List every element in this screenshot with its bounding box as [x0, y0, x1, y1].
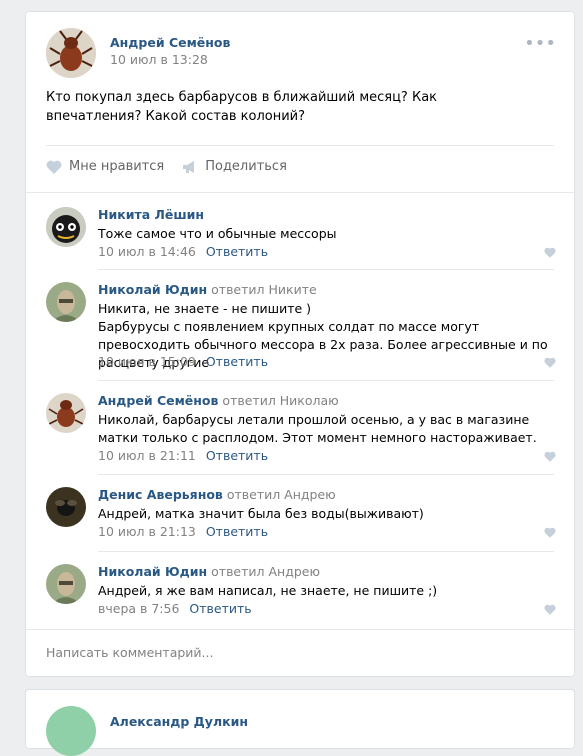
comment-header: Никита Лёшин: [98, 207, 204, 222]
divider: [26, 192, 574, 193]
megaphone-icon: [183, 160, 195, 173]
comment-avatar[interactable]: [46, 207, 86, 247]
comment-text: Андрей, я же вам написал, не знаете, не …: [98, 583, 438, 598]
comment-item: Никита Лёшин Тоже самое что и обычные ме…: [46, 207, 556, 267]
share-button[interactable]: Поделиться: [182, 159, 287, 174]
comment-date[interactable]: 10 июл в 21:13: [98, 524, 196, 539]
heart-icon: [46, 160, 62, 174]
post-author-avatar[interactable]: [46, 28, 96, 78]
comment-date[interactable]: 10 июл в 14:46: [98, 244, 196, 259]
write-comment-input[interactable]: Написать комментарий...: [46, 645, 213, 660]
comment-replied-to: ответил Андрею: [226, 487, 336, 502]
comment-author[interactable]: Никита Лёшин: [98, 207, 204, 222]
reply-link[interactable]: Ответить: [206, 524, 268, 539]
comment-item: Денис Аверьянов ответил Андрею Андрей, м…: [46, 487, 556, 547]
comment-date[interactable]: 10 июл в 21:11: [98, 448, 196, 463]
reply-link[interactable]: Ответить: [206, 354, 268, 369]
comment-text: Андрей, матка значит была без воды(выжив…: [98, 506, 424, 521]
post-card: Андрей Семёнов 10 июл в 13:28 ••• Кто по…: [25, 11, 575, 677]
divider: [46, 145, 554, 146]
comment-footer: 10 июл в 15:09 Ответить: [98, 354, 268, 369]
comment-author[interactable]: Николай Юдин: [98, 564, 207, 579]
comment-author[interactable]: Денис Аверьянов: [98, 487, 223, 502]
comment-replied-to: ответил Николаю: [222, 393, 339, 408]
avatar-image: [46, 207, 86, 247]
divider: [98, 380, 554, 381]
comment-avatar[interactable]: [46, 393, 86, 433]
comment-item: Андрей Семёнов ответил Николаю Николай, …: [46, 393, 556, 473]
next-post-author[interactable]: Александр Дулкин: [110, 714, 248, 729]
comment-heart-icon[interactable]: [544, 604, 556, 615]
next-post-avatar[interactable]: [46, 706, 96, 756]
comment-text: Николай, барбарусы летали прошлой осенью…: [98, 412, 537, 445]
comment-replied-to: ответил Андрею: [211, 564, 321, 579]
like-label: Мне нравится: [69, 159, 165, 174]
reply-link[interactable]: Ответить: [189, 601, 251, 616]
share-label: Поделиться: [205, 159, 287, 174]
comment-date[interactable]: 10 июл в 15:09: [98, 354, 196, 369]
comment-item: Николай Юдин ответил Андрею Андрей, я же…: [46, 564, 556, 624]
comment-avatar[interactable]: [46, 282, 86, 322]
post-actions: Мне нравится Поделиться: [46, 159, 287, 174]
comment-header: Денис Аверьянов ответил Андрею: [98, 487, 336, 502]
comment-heart-icon[interactable]: [544, 451, 556, 462]
comment-header: Николай Юдин ответил Никите: [98, 282, 317, 297]
ant-avatar-image: [46, 28, 96, 78]
divider: [98, 269, 554, 270]
comment-footer: 10 июл в 21:13 Ответить: [98, 524, 268, 539]
avatar-image: [46, 282, 86, 322]
comment-date[interactable]: вчера в 7:56: [98, 601, 179, 616]
like-button[interactable]: Мне нравится: [46, 159, 164, 174]
comment-header: Николай Юдин ответил Андрею: [98, 564, 320, 579]
comment-replied-to: ответил Никите: [211, 282, 317, 297]
comment-footer: 10 июл в 14:46 Ответить: [98, 244, 268, 259]
divider: [98, 474, 554, 475]
comment-heart-icon[interactable]: [544, 247, 556, 258]
post-author-name[interactable]: Андрей Семёнов: [110, 35, 230, 50]
comment-footer: вчера в 7:56 Ответить: [98, 601, 252, 616]
comment-text: Тоже самое что и обычные мессоры: [98, 226, 337, 241]
comment-heart-icon[interactable]: [544, 527, 556, 538]
avatar-image: [46, 487, 86, 527]
more-dots-icon[interactable]: •••: [524, 35, 556, 53]
ant-avatar-image: [46, 393, 86, 433]
reply-link[interactable]: Ответить: [206, 448, 268, 463]
next-post-card: Александр Дулкин: [25, 689, 575, 756]
reply-link[interactable]: Ответить: [206, 244, 268, 259]
divider: [98, 551, 554, 552]
avatar-image: [46, 564, 86, 604]
comment-author[interactable]: Николай Юдин: [98, 282, 207, 297]
comment-author[interactable]: Андрей Семёнов: [98, 393, 218, 408]
comment-footer: 10 июл в 21:11 Ответить: [98, 448, 268, 463]
divider: [26, 629, 574, 630]
comment-heart-icon[interactable]: [544, 357, 556, 368]
comment-item: Николай Юдин ответил Никите Никита, не з…: [46, 282, 556, 382]
post-text: Кто покупал здесь барбарусов в ближайший…: [46, 90, 438, 124]
comment-avatar[interactable]: [46, 487, 86, 527]
comment-header: Андрей Семёнов ответил Николаю: [98, 393, 339, 408]
post-date[interactable]: 10 июл в 13:28: [110, 52, 208, 67]
comment-avatar[interactable]: [46, 564, 86, 604]
